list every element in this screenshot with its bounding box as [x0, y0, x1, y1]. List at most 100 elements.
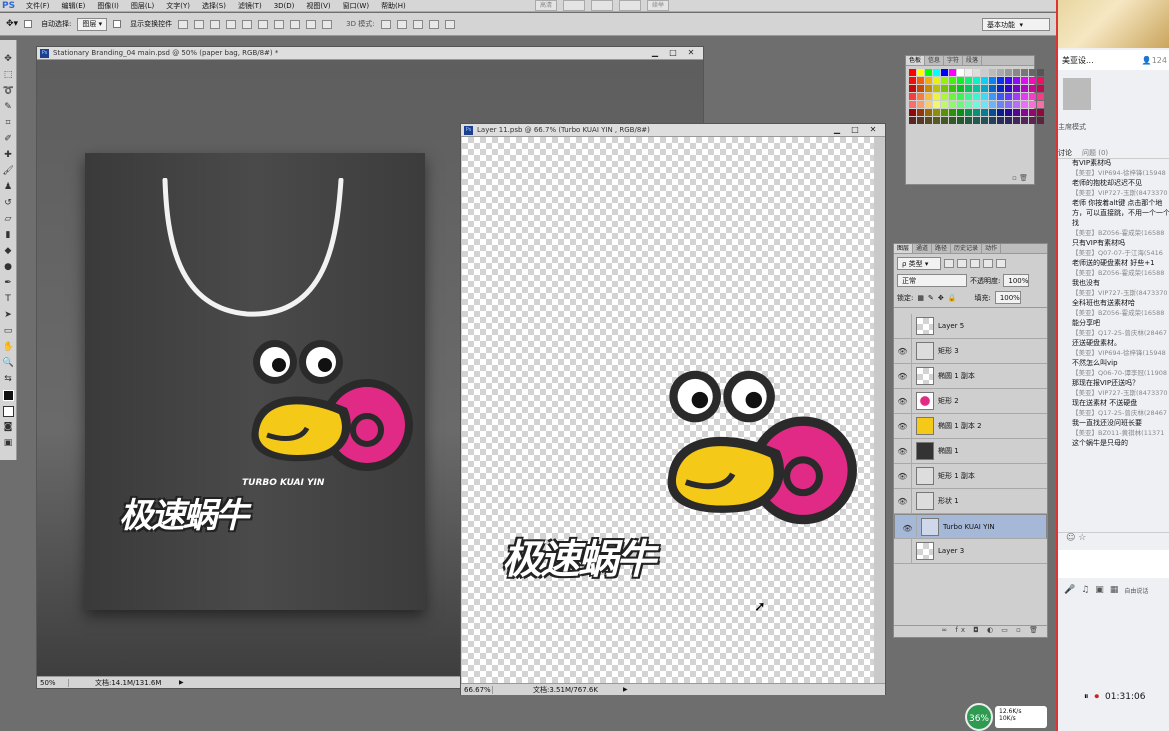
swatch[interactable] [997, 93, 1004, 100]
tab-actions[interactable]: 动作 [982, 244, 1002, 253]
swatch[interactable] [989, 85, 996, 92]
swatch[interactable] [909, 69, 916, 76]
menu-type[interactable]: 文字(Y) [160, 1, 196, 11]
swatch[interactable] [1029, 93, 1036, 100]
filter-pixel-icon[interactable] [944, 259, 954, 268]
swatch[interactable] [1029, 117, 1036, 124]
menu-view[interactable]: 视图(V) [300, 1, 336, 11]
layer-row-selected[interactable]: 👁 Turbo KUAI YIN [894, 514, 1047, 539]
filter-smart-icon[interactable] [996, 259, 1006, 268]
align-bottom-icon[interactable] [210, 19, 221, 29]
tab-paragraph[interactable]: 段落 [963, 56, 983, 65]
swatch[interactable] [973, 69, 980, 76]
swatch[interactable] [933, 101, 940, 108]
swatch[interactable] [981, 101, 988, 108]
swatch[interactable] [1005, 69, 1012, 76]
layer-row[interactable]: 👁 矩形 3 [894, 339, 1047, 364]
chat-emoji-bar[interactable]: ☺ ☆ [1058, 532, 1169, 548]
visibility-toggle-icon[interactable] [894, 314, 912, 338]
swatch[interactable] [1021, 85, 1028, 92]
crop-icon[interactable]: ⌗ [3, 118, 14, 129]
continue-button[interactable]: 续举 [647, 0, 669, 11]
distribute-4-icon[interactable] [322, 19, 333, 29]
close-button-2[interactable]: ✕ [865, 125, 881, 135]
swatch-grid[interactable] [906, 66, 1044, 127]
swatch[interactable] [997, 69, 1004, 76]
swatch[interactable] [989, 93, 996, 100]
tab-swatches[interactable]: 色板 [906, 56, 926, 65]
menu-filter[interactable]: 滤镜(T) [232, 1, 268, 11]
swatch[interactable] [941, 109, 948, 116]
filter-shape-icon[interactable] [983, 259, 993, 268]
eye-icon[interactable]: 👁 [894, 364, 912, 388]
tab-layers[interactable]: 图层 [894, 244, 914, 253]
swatch[interactable] [949, 69, 956, 76]
swatch[interactable] [917, 85, 924, 92]
rectangle-icon[interactable]: ▭ [3, 326, 14, 337]
menu-select[interactable]: 选择(S) [196, 1, 232, 11]
swatch[interactable] [1005, 117, 1012, 124]
swatch[interactable] [981, 69, 988, 76]
layer-row[interactable]: 👁 形状 1 [894, 489, 1047, 514]
swatch[interactable] [1037, 93, 1044, 100]
swatch[interactable] [1005, 109, 1012, 116]
filter-type-icon[interactable] [970, 259, 980, 268]
align-right-icon[interactable] [258, 19, 269, 29]
layer-row[interactable]: Layer 5 [894, 314, 1047, 339]
swatch[interactable] [1013, 77, 1020, 84]
swatch[interactable] [1021, 93, 1028, 100]
swatch[interactable] [981, 109, 988, 116]
eye-icon[interactable]: 👁 [894, 489, 912, 513]
swatch[interactable] [957, 69, 964, 76]
auto-select-dropdown[interactable]: 图层 ▾ [77, 17, 108, 31]
swatch[interactable] [1037, 77, 1044, 84]
swatch[interactable] [1013, 101, 1020, 108]
swatch[interactable] [989, 109, 996, 116]
swatch[interactable] [917, 117, 924, 124]
opacity-input[interactable]: 100% [1003, 274, 1030, 287]
tab-channels[interactable]: 通道 [913, 244, 933, 253]
dodge-icon[interactable]: ● [3, 262, 14, 273]
swatch[interactable] [941, 85, 948, 92]
move-icon[interactable]: ✥ [3, 54, 14, 65]
swatch[interactable] [917, 109, 924, 116]
swatch[interactable] [1029, 109, 1036, 116]
blur-icon[interactable]: ◆ [3, 246, 14, 257]
layer-row[interactable]: Layer 3 [894, 539, 1047, 564]
lock-paint-icon[interactable]: ✎ [928, 294, 934, 302]
marquee-icon[interactable]: ⬚ [3, 70, 14, 81]
layer-row[interactable]: 👁 矩形 1 副本 [894, 464, 1047, 489]
status-menu-arrow-icon[interactable]: ▶ [179, 679, 187, 687]
lasso-icon[interactable]: ➰ [3, 86, 14, 97]
swatch[interactable] [949, 93, 956, 100]
tab-history[interactable]: 历史记录 [951, 244, 983, 253]
eye-icon[interactable]: 👁 [899, 516, 917, 537]
swatch[interactable] [925, 117, 932, 124]
swatch[interactable] [965, 93, 972, 100]
swatch[interactable] [1013, 117, 1020, 124]
fill-input[interactable]: 100% [994, 291, 1021, 304]
distribute-3-icon[interactable] [306, 19, 317, 29]
eyedropper-icon[interactable]: ✐ [3, 134, 14, 145]
swatch[interactable] [1029, 85, 1036, 92]
tab-questions[interactable]: 问题 (0) [1082, 148, 1108, 158]
maximize-button-2[interactable]: □ [847, 125, 863, 135]
swatch[interactable] [1005, 101, 1012, 108]
swatch[interactable] [957, 93, 964, 100]
lock-transparent-icon[interactable]: ▦ [917, 294, 924, 302]
swatch[interactable] [933, 85, 940, 92]
layer-row[interactable]: 👁 椭圆 1 [894, 439, 1047, 464]
record-icon[interactable]: ⏺ [1095, 692, 1100, 702]
swatch[interactable] [925, 93, 932, 100]
menu-edit[interactable]: 编辑(E) [56, 1, 92, 11]
toolbar-button-3[interactable] [591, 0, 613, 11]
toolbar-button-4[interactable] [619, 0, 641, 11]
background-color-icon[interactable] [2, 406, 14, 417]
3d-roll-icon[interactable] [396, 19, 407, 29]
swatch[interactable] [1029, 69, 1036, 76]
eye-icon[interactable]: 👁 [894, 389, 912, 413]
status-menu-arrow-icon-2[interactable]: ▶ [623, 686, 631, 694]
layer-row[interactable]: 👁 椭圆 1 副本 2 [894, 414, 1047, 439]
swatch[interactable] [949, 117, 956, 124]
gradient-icon[interactable]: ▮ [3, 230, 14, 241]
